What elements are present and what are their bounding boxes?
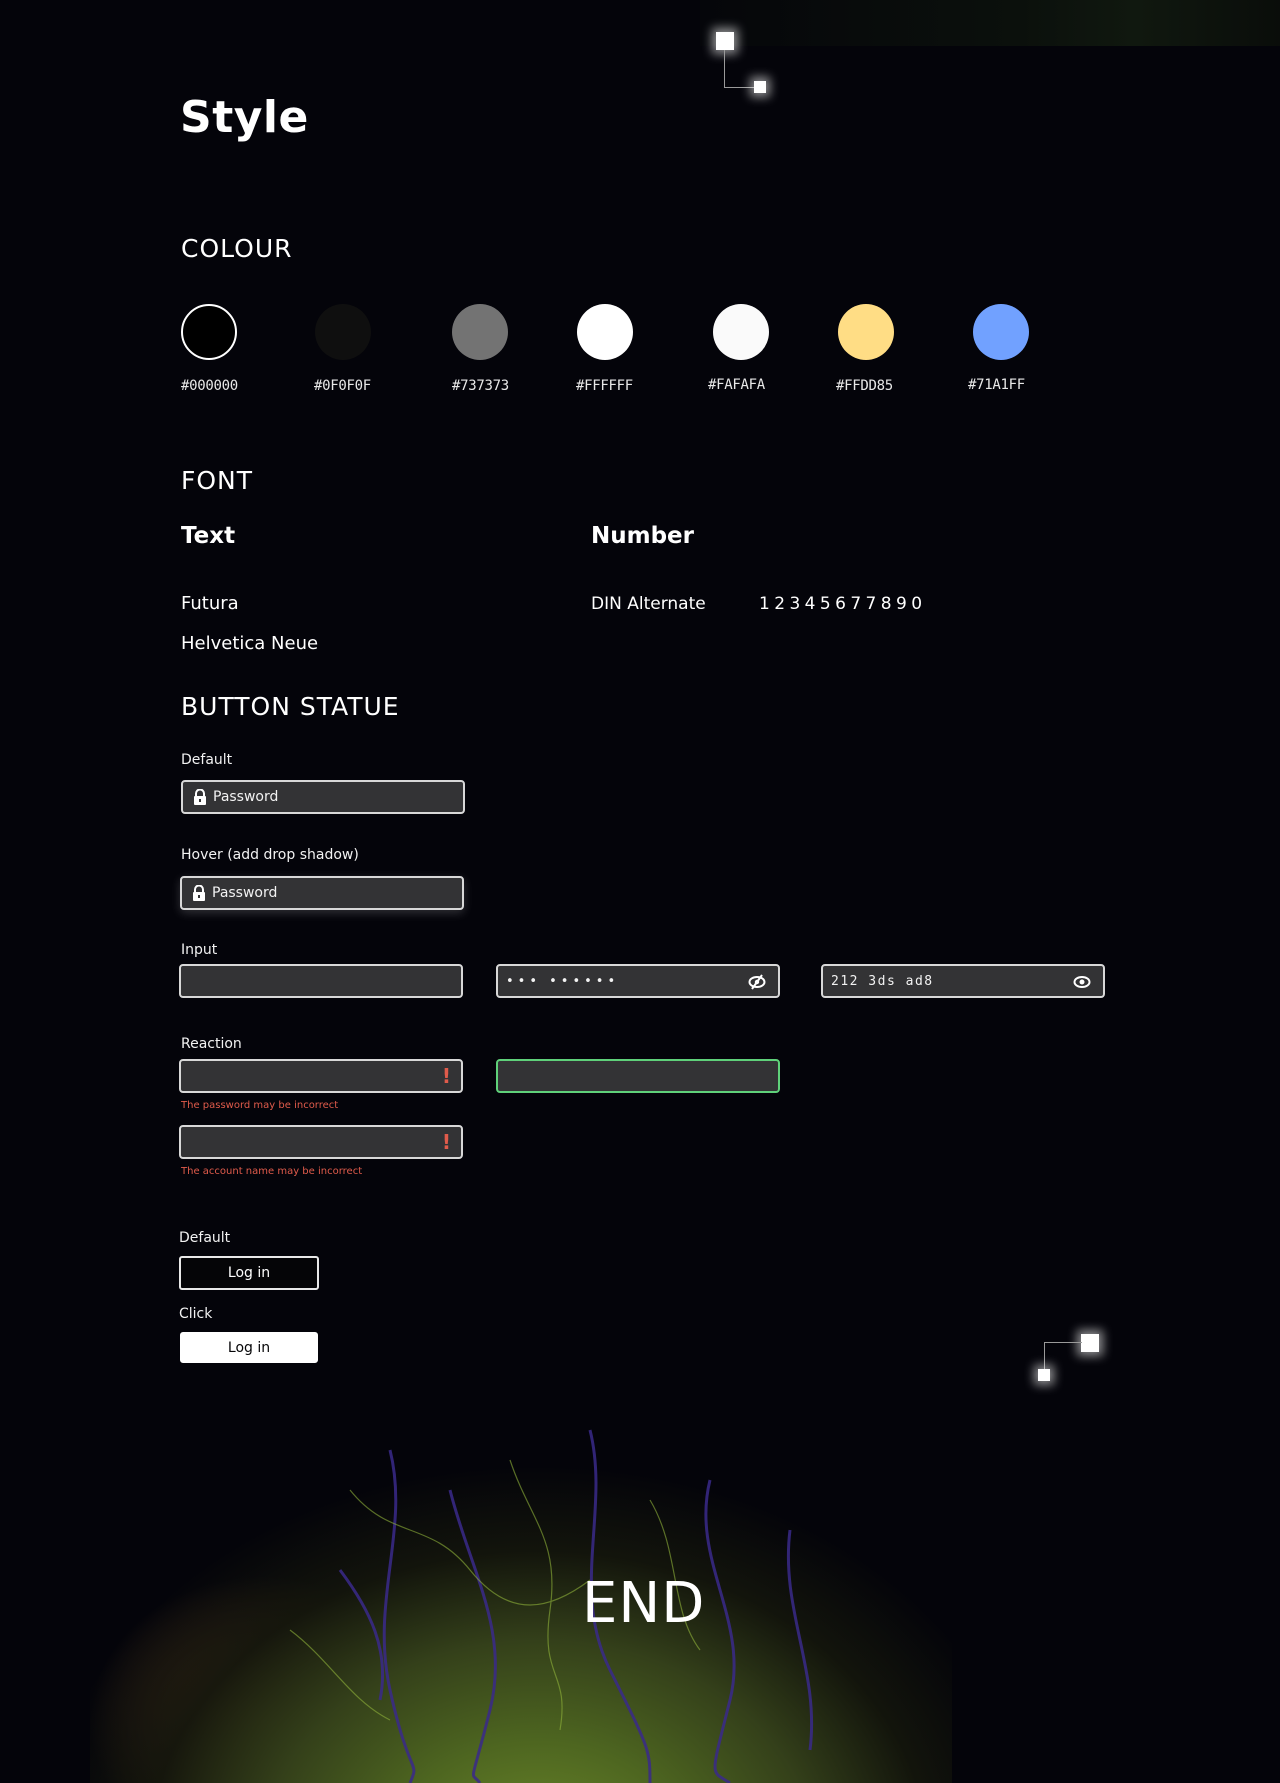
connector-node-large [716,32,734,50]
page-title: Style [180,92,309,143]
button-statue-heading: BUTTON STATUE [181,692,400,721]
input-field-empty[interactable] [179,964,463,998]
connector-line [724,50,755,88]
swatch-label: #000000 [181,378,238,394]
swatch-label: #FAFAFA [708,377,765,393]
eye-off-icon[interactable] [748,973,766,991]
default-field-label: Default [181,752,233,768]
swatch-label: #737373 [452,378,509,394]
exclamation-icon: ! [441,1064,451,1088]
button-default-label: Default [179,1230,231,1246]
password-field-error[interactable]: ! [179,1059,463,1093]
eye-icon[interactable] [1073,973,1091,991]
swatch-near-black [315,304,371,360]
masked-password: ••• •••••• [506,973,620,989]
swatch-blue [973,304,1029,360]
swatch-black [181,304,237,360]
swatch-label: #FFDD85 [836,378,893,394]
login-button-click[interactable]: Log in [180,1332,318,1363]
swatch-label: #71A1FF [968,377,1025,393]
hover-field-label: Hover (add drop shadow) [181,847,359,863]
button-click-label: Click [179,1306,213,1322]
connector-node-small [754,81,766,93]
swatch-off-white [713,304,769,360]
swatch-grey [452,304,508,360]
number-sample: 1 2 3 4 5 6 7 7 8 9 0 [759,594,922,614]
account-field-error[interactable]: ! [179,1125,463,1159]
login-button-default[interactable]: Log in [179,1256,319,1290]
lock-icon [192,884,206,901]
swatch-label: #FFFFFF [576,378,633,394]
colour-heading: COLOUR [181,234,293,263]
font-heading: FONT [181,466,254,495]
end-title: END [582,1571,706,1636]
password-field-revealed[interactable]: 212 3ds ad8 [821,964,1105,998]
reaction-label: Reaction [181,1036,242,1052]
swatch-yellow [838,304,894,360]
field-valid[interactable] [496,1059,780,1093]
font-helvetica-neue: Helvetica Neue [181,633,319,654]
account-error-message: The account name may be incorrect [181,1166,363,1177]
font-number-heading: Number [591,523,694,549]
lock-icon [193,788,207,805]
font-din-alternate: DIN Alternate [591,594,706,614]
password-placeholder: Password [213,789,279,805]
hero-image-strip [700,0,1280,46]
revealed-password: 212 3ds ad8 [831,973,934,989]
password-field-default[interactable]: Password [181,780,465,814]
swatch-white [577,304,633,360]
font-text-heading: Text [181,523,236,549]
password-placeholder: Password [212,885,278,901]
password-error-message: The password may be incorrect [181,1100,339,1111]
connector-node-large [1081,1334,1099,1352]
password-field-masked[interactable]: ••• •••••• [496,964,780,998]
terrain-image [90,1370,952,1783]
password-field-hover[interactable]: Password [180,876,464,910]
connector-node-small [1038,1369,1050,1381]
exclamation-icon: ! [441,1130,451,1154]
input-field-label: Input [181,942,218,958]
swatch-label: #0F0F0F [314,378,371,394]
font-futura: Futura [181,593,239,614]
